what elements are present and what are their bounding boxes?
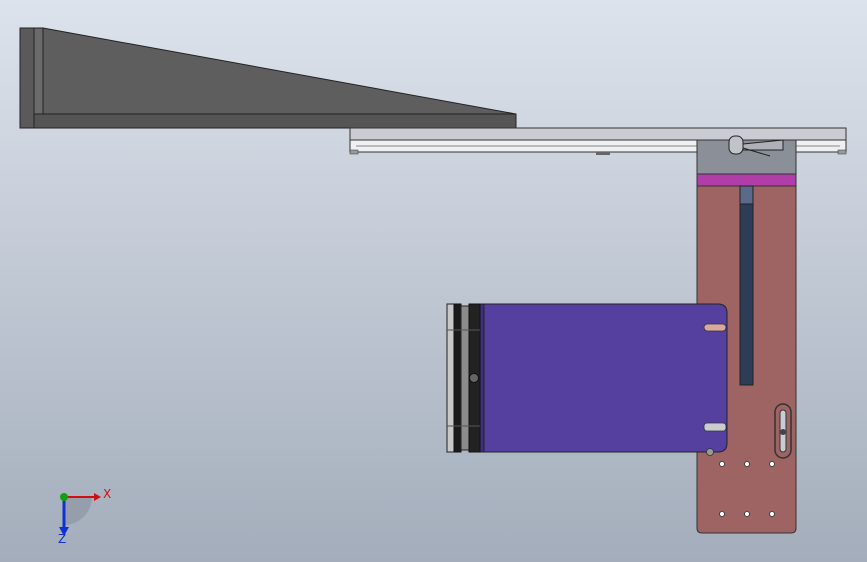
camera-body [483, 303, 728, 453]
hole [769, 511, 775, 517]
x-axis-label: X [103, 487, 111, 501]
plate-slot [739, 185, 754, 386]
plate-slot-top [739, 185, 754, 205]
wedge-back-edge [33, 27, 44, 129]
lens-ring-outer [446, 303, 455, 453]
hole [744, 511, 750, 517]
camera-slot-bottom [703, 422, 727, 432]
lens-ring-silver [460, 305, 470, 451]
wedge-back-plate [19, 27, 35, 129]
rail-end-left [349, 149, 359, 155]
camera-slot-top [703, 323, 727, 332]
camera-assembly[interactable] [446, 303, 728, 456]
lens-set-screw [469, 373, 479, 383]
assembly-view[interactable]: X Z [0, 0, 867, 562]
cad-viewport[interactable]: X Z [0, 0, 867, 562]
lens-ring-dark [453, 303, 462, 453]
plate-slot-screw [780, 429, 786, 435]
z-axis-label: Z [58, 532, 66, 546]
y-axis-dot [60, 493, 68, 501]
hole [744, 461, 750, 467]
rail-marker [596, 152, 610, 155]
rail-end-right [837, 149, 847, 155]
hole [719, 511, 725, 517]
clamp-knob [728, 135, 744, 155]
rail-top [349, 127, 847, 141]
wedge-base [33, 113, 517, 129]
camera-screw [706, 448, 714, 456]
magenta-spacer [696, 173, 797, 187]
rail-clamp[interactable] [696, 135, 797, 175]
hole [769, 461, 775, 467]
hole [719, 461, 725, 467]
